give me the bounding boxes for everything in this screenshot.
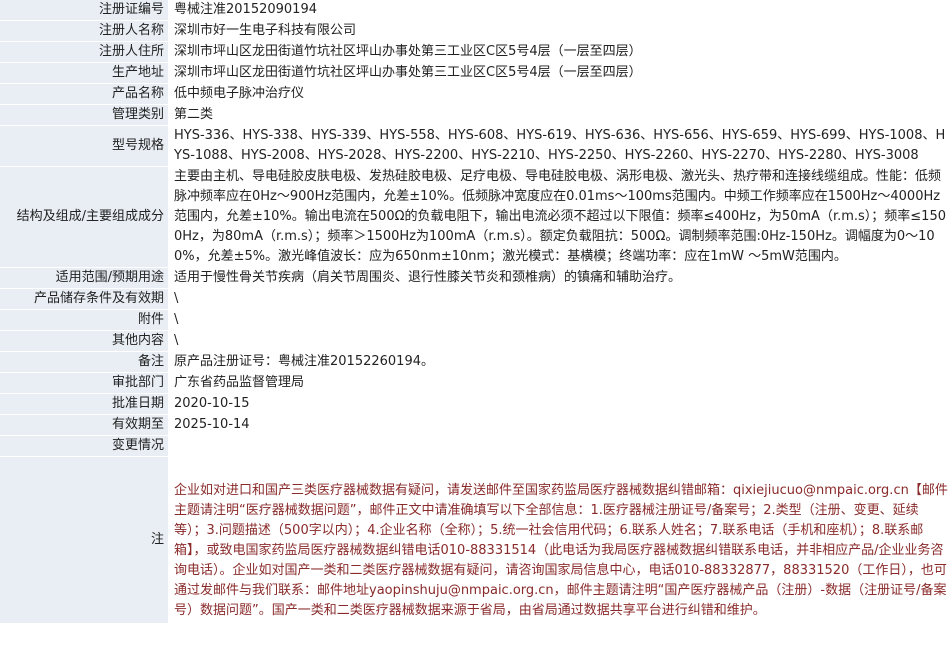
field-label: 产品名称	[0, 83, 168, 105]
field-value: HYS-336、HYS-338、HYS-339、HYS-558、HYS-608、…	[168, 125, 952, 167]
field-value: 深圳市坪山区龙田街道竹坑社区坪山办事处第三工业区C区5号4层（一层至四层）	[168, 62, 952, 84]
row-other-content: 其他内容 \	[0, 330, 952, 352]
field-label: 型号规格	[0, 125, 168, 167]
field-value: 适用于慢性骨关节疾病（肩关节周围炎、退行性膝关节炎和颈椎病）的镇痛和辅助治疗。	[168, 267, 952, 289]
field-value	[168, 435, 952, 457]
field-value: 2020-10-15	[168, 393, 952, 415]
field-label: 注册人住所	[0, 41, 168, 63]
field-value: \	[168, 309, 952, 331]
field-value: 2025-10-14	[168, 414, 952, 436]
row-intended-use: 适用范围/预期用途 适用于慢性骨关节疾病（肩关节周围炎、退行性膝关节炎和颈椎病）…	[0, 267, 952, 289]
field-value: \	[168, 330, 952, 352]
row-remarks: 备注 原产品注册证号：粤械注准20152260194。	[0, 351, 952, 373]
note-text: 企业如对进口和国产三类医疗器械数据有疑问，请发送邮件至国家药监局医疗器械数据纠错…	[168, 456, 952, 624]
field-label: 审批部门	[0, 372, 168, 394]
row-registration-number: 注册证编号 粤械注准20152090194	[0, 0, 952, 21]
field-value: \	[168, 288, 952, 310]
row-registrant-name: 注册人名称 深圳市好一生电子科技有限公司	[0, 20, 952, 42]
row-production-address: 生产地址 深圳市坪山区龙田街道竹坑社区坪山办事处第三工业区C区5号4层（一层至四…	[0, 62, 952, 84]
field-value: 第二类	[168, 104, 952, 126]
field-label: 适用范围/预期用途	[0, 267, 168, 289]
row-management-category: 管理类别 第二类	[0, 104, 952, 126]
row-registrant-address: 注册人住所 深圳市坪山区龙田街道竹坑社区坪山办事处第三工业区C区5号4层（一层至…	[0, 41, 952, 63]
field-label: 注册证编号	[0, 0, 168, 21]
field-label: 生产地址	[0, 62, 168, 84]
field-value: 粤械注准20152090194	[168, 0, 952, 21]
field-label: 批准日期	[0, 393, 168, 415]
field-value: 原产品注册证号：粤械注准20152260194。	[168, 351, 952, 373]
note-label: 注	[0, 456, 168, 624]
row-approval-date: 批准日期 2020-10-15	[0, 393, 952, 415]
row-note: 注 企业如对进口和国产三类医疗器械数据有疑问，请发送邮件至国家药监局医疗器械数据…	[0, 456, 952, 624]
row-model-spec: 型号规格 HYS-336、HYS-338、HYS-339、HYS-558、HYS…	[0, 125, 952, 167]
field-label: 变更情况	[0, 435, 168, 457]
row-storage-validity: 产品储存条件及有效期 \	[0, 288, 952, 310]
registration-record-table: 注册证编号 粤械注准20152090194 注册人名称 深圳市好一生电子科技有限…	[0, 0, 952, 624]
field-value: 低中频电子脉冲治疗仪	[168, 83, 952, 105]
field-value: 深圳市好一生电子科技有限公司	[168, 20, 952, 42]
row-product-name: 产品名称 低中频电子脉冲治疗仪	[0, 83, 952, 105]
row-change-history: 变更情况	[0, 435, 952, 457]
field-label: 产品储存条件及有效期	[0, 288, 168, 310]
field-value: 主要由主机、导电硅胶皮肤电极、发热硅胶电极、足疗电极、导电硅胶电极、涡形电极、激…	[168, 166, 952, 268]
row-accessories: 附件 \	[0, 309, 952, 331]
row-approval-department: 审批部门 广东省药品监督管理局	[0, 372, 952, 394]
field-label: 结构及组成/主要组成成分	[0, 166, 168, 268]
field-label: 其他内容	[0, 330, 168, 352]
field-label: 有效期至	[0, 414, 168, 436]
field-label: 管理类别	[0, 104, 168, 126]
field-label: 备注	[0, 351, 168, 373]
field-value: 广东省药品监督管理局	[168, 372, 952, 394]
field-label: 附件	[0, 309, 168, 331]
row-valid-until: 有效期至 2025-10-14	[0, 414, 952, 436]
row-structure-composition: 结构及组成/主要组成成分 主要由主机、导电硅胶皮肤电极、发热硅胶电极、足疗电极、…	[0, 166, 952, 268]
field-label: 注册人名称	[0, 20, 168, 42]
field-value: 深圳市坪山区龙田街道竹坑社区坪山办事处第三工业区C区5号4层（一层至四层）	[168, 41, 952, 63]
